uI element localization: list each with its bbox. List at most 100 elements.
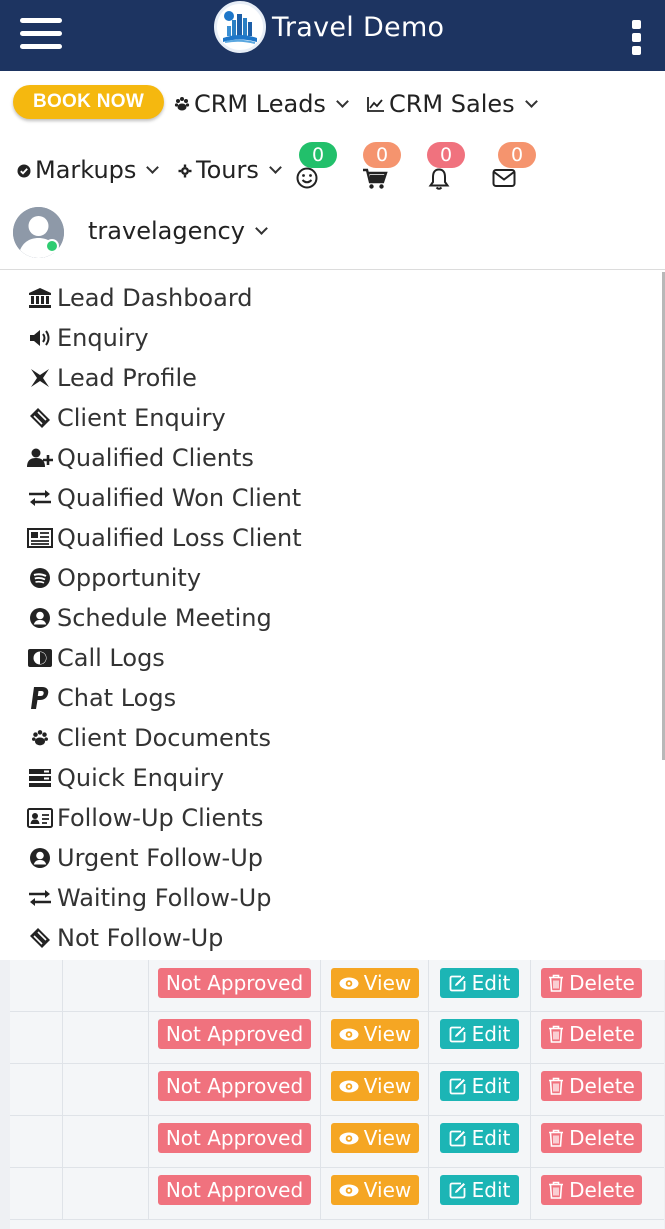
- menu-item-label: Chat Logs: [57, 684, 177, 712]
- status-label: Not Approved: [165, 971, 304, 995]
- menu-item-enquiry[interactable]: Enquiry: [27, 324, 149, 352]
- menu-item-qualified-loss-client[interactable]: Qualified Loss Client: [27, 524, 302, 552]
- trash-icon: [549, 974, 564, 992]
- megaphone-icon: [27, 325, 53, 351]
- brand[interactable]: Travel Demo: [214, 0, 444, 54]
- user-circle-icon: [27, 845, 53, 871]
- not-approved-button[interactable]: Not Approved: [158, 1175, 311, 1205]
- menu-item-client-enquiry[interactable]: Client Enquiry: [27, 404, 226, 432]
- menu-item-schedule-meeting[interactable]: Schedule Meeting: [27, 604, 272, 632]
- server-icon: [27, 765, 53, 791]
- bell-icon: [428, 168, 450, 190]
- menu-item-qualified-won-client[interactable]: Qualified Won Client: [27, 484, 301, 512]
- menu-item-label: Not Follow-Up: [57, 924, 224, 952]
- nav-crm-leads-label: CRM Leads: [194, 90, 326, 118]
- book-now-button[interactable]: BOOK NOW: [13, 85, 164, 119]
- not-approved-button[interactable]: Not Approved: [158, 968, 311, 998]
- menu-item-label: Client Enquiry: [57, 404, 226, 432]
- delete-button[interactable]: Delete: [541, 1071, 642, 1101]
- edit-button[interactable]: Edit: [440, 968, 519, 998]
- smiley-icon: [296, 167, 318, 189]
- menu-item-label: Qualified Won Client: [57, 484, 302, 512]
- delete-label: Delete: [569, 971, 635, 995]
- user-menu[interactable]: travelagency: [88, 217, 268, 245]
- menu-item-urgent-follow-up[interactable]: Urgent Follow-Up: [27, 844, 263, 872]
- notif-mail[interactable]: [492, 168, 516, 193]
- view-button[interactable]: View: [331, 1123, 419, 1153]
- trash-icon: [549, 1181, 564, 1199]
- edit-label: Edit: [471, 1074, 511, 1098]
- diners-card-icon: [27, 645, 53, 671]
- menu-item-label: Client Documents: [57, 724, 271, 752]
- chevron-down-icon: [255, 221, 268, 235]
- nav-markups-label: Markups: [35, 156, 137, 184]
- status-label: Not Approved: [165, 1126, 304, 1150]
- chevron-down-icon: [524, 94, 538, 108]
- delete-button[interactable]: Delete: [541, 968, 642, 998]
- not-approved-button[interactable]: Not Approved: [158, 1019, 311, 1049]
- menu-item-quick-enquiry[interactable]: Quick Enquiry: [27, 764, 224, 792]
- edit-button[interactable]: Edit: [440, 1071, 519, 1101]
- view-button[interactable]: View: [331, 1175, 419, 1205]
- menu-item-chat-logs[interactable]: Chat Logs: [27, 684, 176, 712]
- table-row: Not Approved View Edit Delete: [10, 1168, 664, 1220]
- menu-item-lead-dashboard[interactable]: Lead Dashboard: [27, 284, 253, 312]
- menu-item-label: Lead Dashboard: [57, 284, 253, 312]
- menu-item-client-documents[interactable]: Client Documents: [27, 724, 271, 752]
- trash-icon: [549, 1077, 564, 1095]
- view-label: View: [363, 971, 412, 995]
- notif-cart[interactable]: [362, 168, 388, 195]
- table-row: Not Approved View Edit Delete: [10, 1064, 664, 1116]
- edit-label: Edit: [471, 1126, 511, 1150]
- delete-button[interactable]: Delete: [541, 1019, 642, 1049]
- nav-markups[interactable]: Markups: [17, 156, 160, 184]
- status-label: Not Approved: [165, 1178, 304, 1202]
- hamburger-menu-icon[interactable]: [20, 16, 62, 50]
- menu-item-label: Urgent Follow-Up: [57, 844, 264, 872]
- user-plus-icon: [27, 445, 53, 471]
- menu-item-label: Follow-Up Clients: [57, 804, 264, 832]
- view-button[interactable]: View: [331, 1071, 419, 1101]
- edit-button[interactable]: Edit: [440, 1123, 519, 1153]
- not-approved-button[interactable]: Not Approved: [158, 1071, 311, 1101]
- nav-crm-leads[interactable]: CRM Leads: [174, 90, 349, 118]
- trash-icon: [549, 1129, 564, 1147]
- delete-button[interactable]: Delete: [541, 1175, 642, 1205]
- edit-button[interactable]: Edit: [440, 1175, 519, 1205]
- table-row: Not Approved View Edit Delete: [10, 1116, 664, 1168]
- menu-item-opportunity[interactable]: Opportunity: [27, 564, 201, 592]
- view-button[interactable]: View: [331, 1019, 419, 1049]
- menu-item-not-follow-up[interactable]: Not Follow-Up: [27, 924, 223, 952]
- paw-icon: [27, 725, 53, 751]
- menu-item-lead-profile[interactable]: Lead Profile: [27, 364, 197, 392]
- notif-smiley[interactable]: [296, 167, 318, 194]
- status-label: Not Approved: [165, 1074, 304, 1098]
- menu-item-call-logs[interactable]: Call Logs: [27, 644, 165, 672]
- menu-item-label: Opportunity: [57, 564, 202, 592]
- status-label: Not Approved: [165, 1022, 304, 1046]
- nav-tours-label: Tours: [196, 156, 259, 184]
- newspaper-icon: [27, 525, 53, 551]
- menu-item-label: Quick Enquiry: [57, 764, 225, 792]
- spotify-icon: [27, 565, 53, 591]
- menu-item-qualified-clients[interactable]: Qualified Clients: [27, 444, 254, 472]
- notif-bell[interactable]: [427, 167, 451, 196]
- delete-button[interactable]: Delete: [541, 1123, 642, 1153]
- edit-button[interactable]: Edit: [440, 1019, 519, 1049]
- edit-icon: [449, 1182, 466, 1199]
- menu-item-waiting-follow-up[interactable]: Waiting Follow-Up: [27, 884, 271, 912]
- not-approved-button[interactable]: Not Approved: [158, 1123, 311, 1153]
- menu-item-label: Schedule Meeting: [57, 604, 272, 632]
- view-label: View: [363, 1022, 412, 1046]
- menu-item-label: Call Logs: [57, 644, 165, 672]
- edit-icon: [449, 1026, 466, 1043]
- nav-tours[interactable]: Tours: [178, 156, 282, 184]
- table-row: Not Approved View Edit Delete: [10, 960, 664, 1012]
- more-options-icon[interactable]: [630, 20, 644, 56]
- exchange-icon: [27, 485, 53, 511]
- paw-icon: [174, 90, 190, 118]
- view-button[interactable]: View: [331, 968, 419, 998]
- menu-item-follow-up-clients[interactable]: Follow-Up Clients: [27, 804, 263, 832]
- nav-crm-sales[interactable]: CRM Sales: [367, 90, 538, 118]
- bell-count-badge: 0: [427, 142, 465, 168]
